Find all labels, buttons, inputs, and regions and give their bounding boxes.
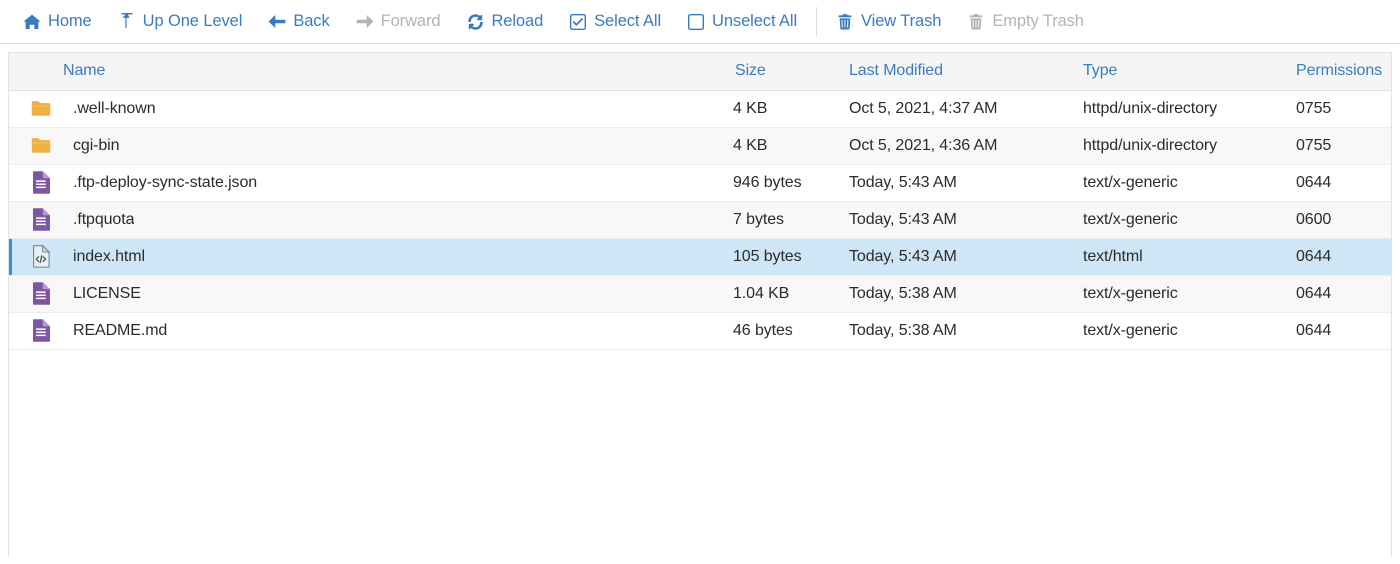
cell-name[interactable]: .ftpquota [9, 201, 723, 238]
table-row[interactable]: index.html 105 bytesToday, 5:43 AMtext/ht… [9, 238, 1391, 275]
table-row[interactable]: LICENSE 1.04 KBToday, 5:38 AMtext/x-gener… [9, 275, 1391, 312]
toolbar-button-home[interactable]: Home [10, 7, 105, 37]
arrow-right-icon [356, 13, 374, 31]
toolbar-button-label: Back [293, 12, 329, 31]
table-header: Name Size Last Modified Type Permissions [9, 53, 1391, 90]
cell-permissions: 0644 [1286, 275, 1391, 312]
cell-size: 105 bytes [723, 238, 839, 275]
file-name: README.md [73, 322, 167, 340]
file-list-container: Name Size Last Modified Type Permissions… [8, 52, 1392, 556]
folder-icon [31, 135, 51, 157]
cell-size: 7 bytes [723, 201, 839, 238]
cell-name[interactable]: index.html [9, 238, 723, 275]
cell-permissions: 0755 [1286, 90, 1391, 127]
toolbar-button-up-one-level[interactable]: Up One Level [105, 7, 256, 37]
file-name: LICENSE [73, 285, 141, 303]
arrow-up-icon [118, 13, 136, 31]
cell-size: 46 bytes [723, 312, 839, 349]
toolbar-button-label: Unselect All [712, 12, 797, 31]
table-row[interactable]: .ftpquota 7 bytesToday, 5:43 AMtext/x-gen… [9, 201, 1391, 238]
trash-icon [836, 13, 854, 31]
toolbar-button-label: Empty Trash [992, 12, 1084, 31]
cell-last-modified: Today, 5:38 AM [839, 312, 1073, 349]
selection-indicator [9, 239, 12, 275]
toolbar-button-unselect-all[interactable]: Unselect All [674, 7, 810, 37]
arrow-left-icon [268, 13, 286, 31]
cell-name[interactable]: .ftp-deploy-sync-state.json [9, 164, 723, 201]
table-row[interactable]: .ftp-deploy-sync-state.json 946 bytesToda… [9, 164, 1391, 201]
table-row[interactable]: cgi-bin 4 KBOct 5, 2021, 4:36 AMhttpd/uni… [9, 127, 1391, 164]
trash-icon [967, 13, 985, 31]
cell-size: 946 bytes [723, 164, 839, 201]
toolbar-button-label: Up One Level [143, 12, 243, 31]
toolbar-button-back[interactable]: Back [255, 7, 342, 37]
toolbar-button-label: Select All [594, 12, 661, 31]
cell-permissions: 0755 [1286, 127, 1391, 164]
cell-size: 4 KB [723, 90, 839, 127]
text-file-icon [31, 283, 51, 305]
file-manager: Home Up One Level Back Forward Reload Select … [0, 0, 1400, 564]
cell-type: text/x-generic [1073, 275, 1286, 312]
cell-last-modified: Today, 5:43 AM [839, 164, 1073, 201]
folder-icon [31, 98, 51, 120]
toolbar-button-forward: Forward [343, 7, 454, 37]
toolbar-button-empty-trash: Empty Trash [954, 7, 1097, 37]
column-header-name[interactable]: Name [9, 53, 723, 90]
cell-permissions: 0600 [1286, 201, 1391, 238]
column-header-type[interactable]: Type [1073, 53, 1286, 90]
table-body: .well-known 4 KBOct 5, 2021, 4:37 AMhttpd… [9, 90, 1391, 349]
cell-name[interactable]: cgi-bin [9, 127, 723, 164]
cell-permissions: 0644 [1286, 164, 1391, 201]
checkbox-empty-icon [687, 13, 705, 31]
cell-permissions: 0644 [1286, 312, 1391, 349]
column-header-last-modified[interactable]: Last Modified [839, 53, 1073, 90]
cell-last-modified: Oct 5, 2021, 4:37 AM [839, 90, 1073, 127]
cell-type: text/html [1073, 238, 1286, 275]
cell-size: 4 KB [723, 127, 839, 164]
cell-last-modified: Today, 5:43 AM [839, 238, 1073, 275]
cell-type: httpd/unix-directory [1073, 127, 1286, 164]
table-header-row: Name Size Last Modified Type Permissions [9, 53, 1391, 90]
file-list-table: Name Size Last Modified Type Permissions… [9, 53, 1391, 350]
toolbar-button-label: Forward [381, 12, 441, 31]
table-row[interactable]: .well-known 4 KBOct 5, 2021, 4:37 AMhttpd… [9, 90, 1391, 127]
cell-type: httpd/unix-directory [1073, 90, 1286, 127]
cell-type: text/x-generic [1073, 312, 1286, 349]
toolbar-divider [816, 7, 817, 37]
column-header-size[interactable]: Size [723, 53, 839, 90]
html-file-icon [31, 246, 51, 268]
home-icon [23, 13, 41, 31]
text-file-icon [31, 209, 51, 231]
cell-permissions: 0644 [1286, 238, 1391, 275]
cell-name[interactable]: .well-known [9, 90, 723, 127]
cell-size: 1.04 KB [723, 275, 839, 312]
toolbar-button-label: View Trash [861, 12, 941, 31]
checkbox-checked-icon [569, 13, 587, 31]
cell-last-modified: Oct 5, 2021, 4:36 AM [839, 127, 1073, 164]
toolbar-button-reload[interactable]: Reload [453, 7, 556, 37]
text-file-icon [31, 172, 51, 194]
table-row[interactable]: README.md 46 bytesToday, 5:38 AMtext/x-ge… [9, 312, 1391, 349]
refresh-icon [466, 13, 484, 31]
cell-last-modified: Today, 5:43 AM [839, 201, 1073, 238]
cell-name[interactable]: README.md [9, 312, 723, 349]
cell-type: text/x-generic [1073, 164, 1286, 201]
toolbar: Home Up One Level Back Forward Reload Select … [0, 0, 1400, 44]
column-header-permissions[interactable]: Permissions [1286, 53, 1391, 90]
toolbar-button-label: Home [48, 12, 92, 31]
text-file-icon [31, 320, 51, 342]
cell-type: text/x-generic [1073, 201, 1286, 238]
toolbar-button-select-all[interactable]: Select All [556, 7, 674, 37]
toolbar-button-label: Reload [491, 12, 543, 31]
file-name: .ftp-deploy-sync-state.json [73, 174, 257, 192]
toolbar-button-view-trash[interactable]: View Trash [823, 7, 954, 37]
cell-name[interactable]: LICENSE [9, 275, 723, 312]
file-name: index.html [73, 248, 145, 266]
file-name: .well-known [73, 100, 156, 118]
file-name: cgi-bin [73, 137, 119, 155]
file-name: .ftpquota [73, 211, 134, 229]
cell-last-modified: Today, 5:38 AM [839, 275, 1073, 312]
